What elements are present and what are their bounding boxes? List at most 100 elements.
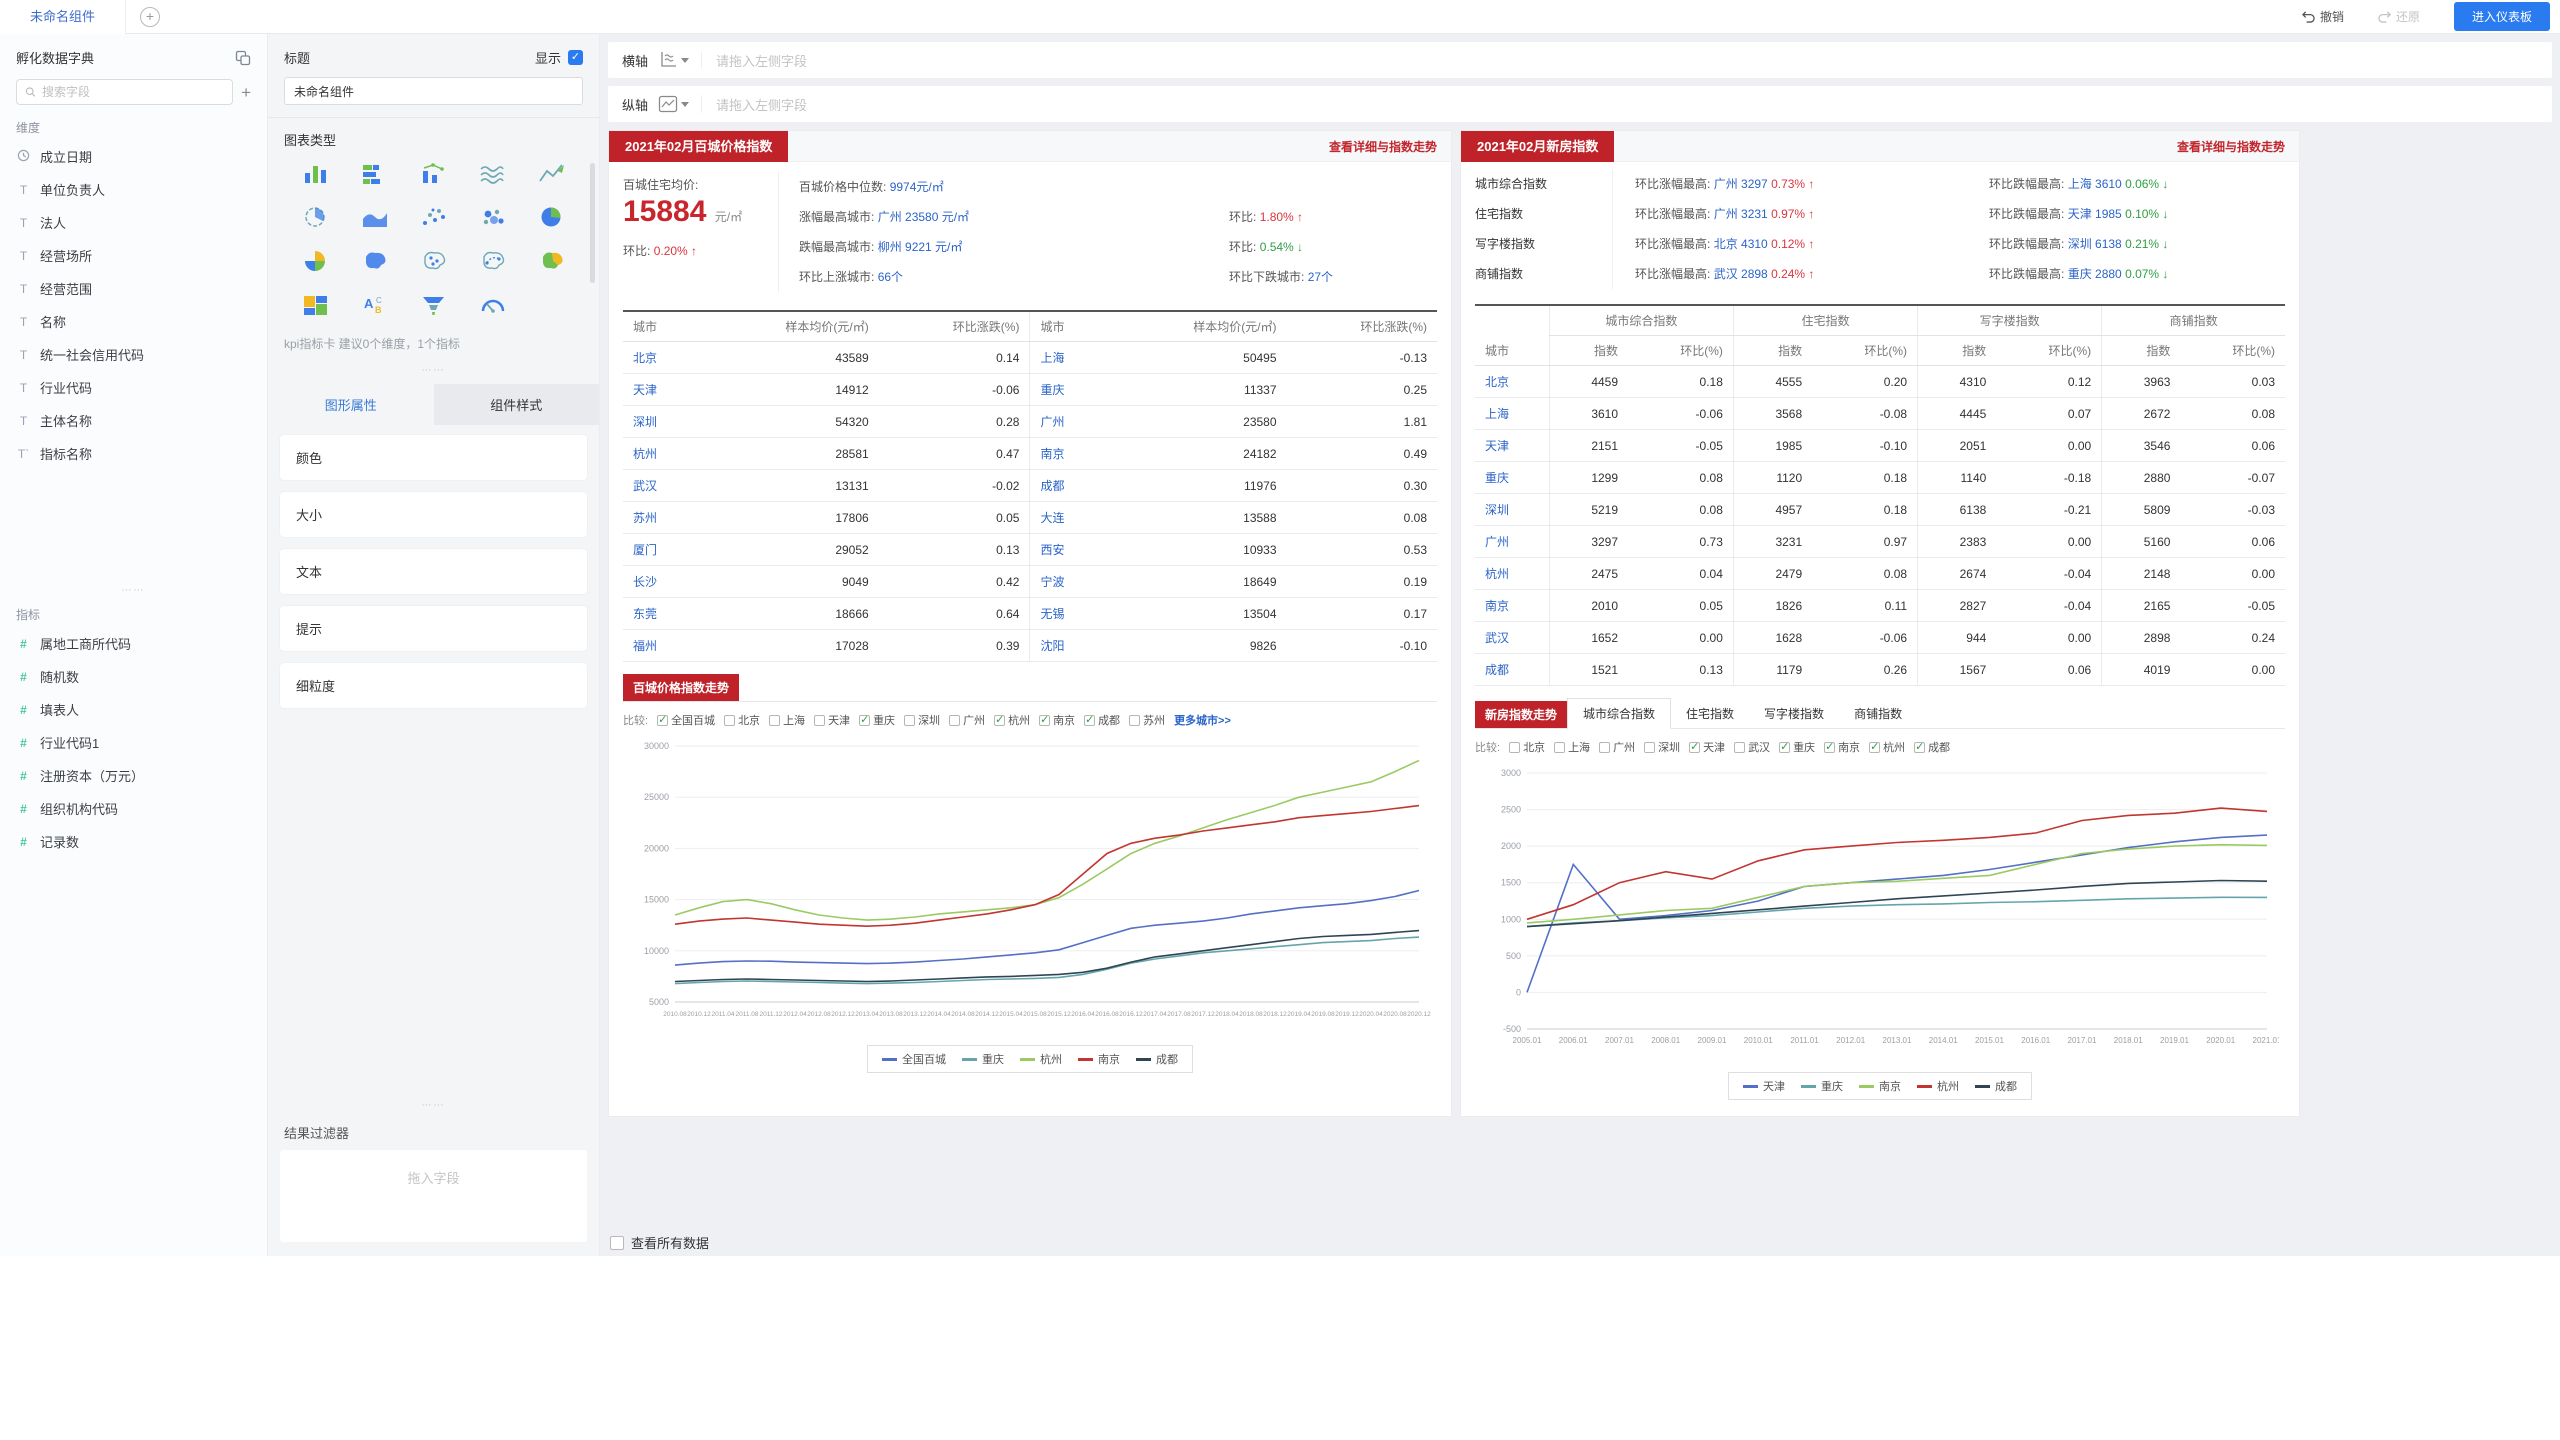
city-link[interactable]: 苏州 — [623, 502, 699, 534]
field-search-input[interactable] — [42, 85, 224, 99]
trend-tab[interactable]: 商铺指数 — [1839, 699, 1917, 728]
measure-item[interactable]: #注册资本（万元） — [16, 759, 251, 792]
chart-type-bubble-icon[interactable] — [477, 203, 509, 231]
city-link[interactable]: 南京 — [1475, 590, 1549, 622]
legend-item[interactable]: 天津 — [1743, 1078, 1785, 1094]
dimension-item[interactable]: T`指标名称 — [16, 437, 251, 470]
trend-tab[interactable]: 住宅指数 — [1671, 699, 1749, 728]
panel-splitter-bottom[interactable]: ⋯⋯ — [280, 1101, 587, 1115]
sidebar-splitter[interactable]: ⋯⋯ — [16, 586, 251, 600]
city-link[interactable]: 沈阳 — [1030, 630, 1107, 662]
result-filter-dropzone[interactable]: 拖入字段 — [280, 1150, 587, 1242]
measure-item[interactable]: #组织机构代码 — [16, 792, 251, 825]
compare-city-checkbox[interactable]: 重庆 — [1779, 739, 1815, 755]
panel-splitter-top[interactable]: ⋯⋯ — [268, 366, 599, 380]
new-house-trend-chart[interactable]: -5000500100015002000250030002005.012006.… — [1475, 763, 2279, 1063]
city-link[interactable]: 深圳 — [623, 406, 699, 438]
city-link[interactable]: 杭州 — [623, 438, 699, 470]
legend-item[interactable]: 杭州 — [1020, 1051, 1062, 1067]
compare-city-checkbox[interactable]: 南京 — [1039, 712, 1075, 728]
legend-item[interactable]: 南京 — [1859, 1078, 1901, 1094]
panel-tab-graph-attrs[interactable]: 图形属性 — [268, 384, 434, 425]
undo-button[interactable]: 撤销 — [2302, 8, 2344, 25]
chart-type-bar-icon[interactable] — [300, 159, 332, 187]
measure-item[interactable]: #属地工商所代码 — [16, 627, 251, 660]
city-link[interactable]: 北京 — [1475, 366, 1549, 398]
chart-type-combo-icon[interactable] — [418, 159, 450, 187]
compare-city-checkbox[interactable]: 上海 — [769, 712, 805, 728]
more-cities-link[interactable]: 更多城市>> — [1174, 712, 1231, 728]
field-search[interactable] — [16, 79, 233, 105]
chart-type-wordcloud-icon[interactable]: ABC — [359, 291, 391, 319]
city-link[interactable]: 重庆 — [1030, 374, 1107, 406]
dimension-item[interactable]: T行业代码 — [16, 371, 251, 404]
city-link[interactable]: 杭州 — [1475, 558, 1549, 590]
city-link[interactable]: 无锡 — [1030, 598, 1107, 630]
compare-city-checkbox[interactable]: 杭州 — [994, 712, 1030, 728]
chart-type-rose-icon[interactable] — [300, 203, 332, 231]
panel-section[interactable]: 颜色 — [280, 435, 587, 480]
compare-city-checkbox[interactable]: 南京 — [1824, 739, 1860, 755]
compare-city-checkbox[interactable]: 深圳 — [904, 712, 940, 728]
city-link[interactable]: 武汉 — [1475, 622, 1549, 654]
city-link[interactable]: 长沙 — [623, 566, 699, 598]
city-link[interactable]: 成都 — [1475, 654, 1549, 686]
city-link[interactable]: 上海 — [1475, 398, 1549, 430]
city-link[interactable]: 南京 — [1030, 438, 1107, 470]
component-title-input[interactable] — [284, 77, 583, 105]
chart-type-line-icon[interactable] — [536, 159, 568, 187]
chart-type-stacked-bar-icon[interactable] — [359, 159, 391, 187]
legend-item[interactable]: 重庆 — [1801, 1078, 1843, 1094]
legend-item[interactable]: 重庆 — [962, 1051, 1004, 1067]
legend-item[interactable]: 全国百城 — [882, 1051, 946, 1067]
new-house-detail-link[interactable]: 查看详细与指数走势 — [2177, 138, 2299, 155]
city-link[interactable]: 广州 — [1475, 526, 1549, 558]
dimension-item[interactable]: T单位负责人 — [16, 173, 251, 206]
city-link[interactable]: 福州 — [623, 630, 699, 662]
city-link[interactable]: 武汉 — [623, 470, 699, 502]
legend-item[interactable]: 成都 — [1136, 1051, 1178, 1067]
city-link[interactable]: 天津 — [623, 374, 699, 406]
compare-city-checkbox[interactable]: 天津 — [814, 712, 850, 728]
compare-city-checkbox[interactable]: 武汉 — [1734, 739, 1770, 755]
city-link[interactable]: 北京 — [623, 342, 699, 374]
price-index-detail-link[interactable]: 查看详细与指数走势 — [1329, 138, 1451, 155]
x-axis-type-selector[interactable] — [658, 51, 702, 69]
compare-city-checkbox[interactable]: 广州 — [1599, 739, 1635, 755]
switch-dataset-icon[interactable] — [235, 50, 251, 66]
panel-section[interactable]: 提示 — [280, 606, 587, 651]
compare-city-checkbox[interactable]: 广州 — [949, 712, 985, 728]
chart-type-pie-icon[interactable] — [536, 203, 568, 231]
legend-item[interactable]: 杭州 — [1917, 1078, 1959, 1094]
legend-item[interactable]: 南京 — [1078, 1051, 1120, 1067]
dimension-item[interactable]: T主体名称 — [16, 404, 251, 437]
redo-button[interactable]: 还原 — [2378, 8, 2420, 25]
chart-type-map-icon[interactable] — [359, 247, 391, 275]
panel-section[interactable]: 文本 — [280, 549, 587, 594]
measure-item[interactable]: #填表人 — [16, 693, 251, 726]
chart-type-map-route-icon[interactable] — [477, 247, 509, 275]
compare-city-checkbox[interactable]: 北京 — [1509, 739, 1545, 755]
dimension-item[interactable]: T名称 — [16, 305, 251, 338]
chart-type-gauge-icon[interactable] — [477, 291, 509, 319]
compare-city-checkbox[interactable]: 成都 — [1914, 739, 1950, 755]
chart-type-scrollbar[interactable] — [590, 163, 595, 283]
dimension-item[interactable]: 成立日期 — [16, 140, 251, 173]
component-tab[interactable]: 未命名组件 — [0, 0, 126, 34]
compare-city-checkbox[interactable]: 苏州 — [1129, 712, 1165, 728]
measure-item[interactable]: #随机数 — [16, 660, 251, 693]
measure-item[interactable]: #行业代码1 — [16, 726, 251, 759]
city-link[interactable]: 西安 — [1030, 534, 1107, 566]
x-axis-dropzone[interactable]: 请拖入左侧字段 — [702, 51, 807, 70]
chart-type-map-fill-icon[interactable] — [536, 247, 568, 275]
add-component-button[interactable]: + — [140, 7, 160, 27]
trend-tab[interactable]: 城市综合指数 — [1567, 698, 1671, 729]
dimension-item[interactable]: T经营场所 — [16, 239, 251, 272]
compare-city-checkbox[interactable]: 天津 — [1689, 739, 1725, 755]
compare-city-checkbox[interactable]: 深圳 — [1644, 739, 1680, 755]
chart-type-scatter-icon[interactable] — [418, 203, 450, 231]
trend-tab[interactable]: 写字楼指数 — [1749, 699, 1839, 728]
price-index-trend-chart[interactable]: 500010000150002000025000300002010.082010… — [623, 736, 1431, 1036]
compare-city-checkbox[interactable]: 重庆 — [859, 712, 895, 728]
city-link[interactable]: 深圳 — [1475, 494, 1549, 526]
